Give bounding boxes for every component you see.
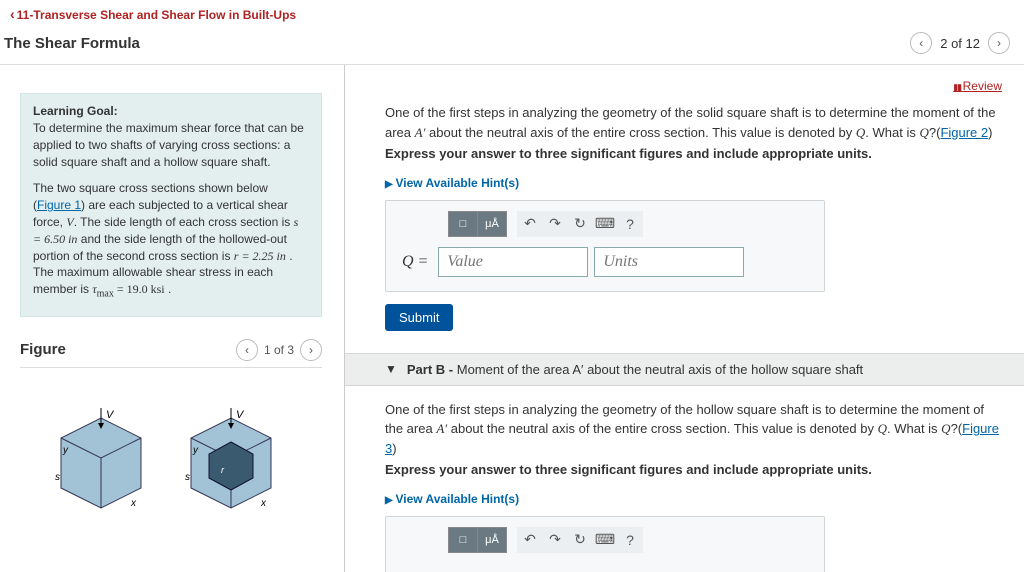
- reset-button[interactable]: ↻: [567, 211, 593, 237]
- review-link[interactable]: Review: [953, 79, 1002, 93]
- svg-text:V: V: [236, 409, 245, 421]
- pa-q-label: Q =: [398, 247, 432, 277]
- pa-toolbar: □ μÅ ↶ ↷ ↻ ⌨ ?: [448, 211, 812, 237]
- tool-template-button-b[interactable]: □: [448, 527, 478, 553]
- pa-text-c: . What is: [865, 125, 919, 140]
- goal-p2c: . The side length of each cross section …: [74, 215, 294, 229]
- eq-tau-sub: max: [97, 289, 114, 300]
- prev-page-button[interactable]: ‹: [910, 32, 932, 54]
- figure-next-button[interactable]: ›: [300, 339, 322, 361]
- svg-text:y: y: [192, 445, 199, 456]
- redo-button-b[interactable]: ↷: [542, 527, 568, 553]
- pb-text-e: ): [392, 441, 396, 456]
- pa-text-d: ?(: [929, 125, 941, 140]
- pb-Q2: Q: [941, 421, 950, 436]
- pb-express: Express your answer to three significant…: [385, 460, 1002, 480]
- learning-goal-box: Learning Goal: To determine the maximum …: [20, 93, 322, 317]
- pa-express: Express your answer to three significant…: [385, 144, 1002, 164]
- help-button-b[interactable]: ?: [617, 527, 643, 553]
- undo-button-b[interactable]: ↶: [517, 527, 543, 553]
- var-V: V: [66, 215, 73, 229]
- pa-submit-button[interactable]: Submit: [385, 304, 453, 331]
- figure-pager: 1 of 3: [264, 343, 294, 357]
- svg-text:V: V: [106, 409, 115, 421]
- pa-Q2: Q: [919, 125, 928, 140]
- pa-value-input[interactable]: [438, 247, 588, 277]
- redo-button[interactable]: ↷: [542, 211, 568, 237]
- tool-symbols-button[interactable]: μÅ: [477, 211, 507, 237]
- pb-Q: Q: [878, 421, 887, 436]
- keyboard-button[interactable]: ⌨: [592, 211, 618, 237]
- eq-tau-val: = 19.0 ksi: [114, 282, 165, 296]
- svg-text:x: x: [260, 498, 267, 509]
- pa-text-b: about the neutral axis of the entire cro…: [425, 125, 855, 140]
- tool-symbols-button-b[interactable]: μÅ: [477, 527, 507, 553]
- reset-button-b[interactable]: ↻: [567, 527, 593, 553]
- undo-button[interactable]: ↶: [517, 211, 543, 237]
- pb-Aprime: A′: [436, 421, 447, 436]
- pa-Aprime: A′: [415, 125, 426, 140]
- page-indicator: 2 of 12: [940, 36, 980, 51]
- goal-p2f: .: [165, 282, 172, 296]
- caret-down-icon: ▼: [385, 362, 397, 376]
- page-title: The Shear Formula: [4, 35, 140, 52]
- svg-text:s: s: [55, 472, 60, 483]
- pb-toolbar: □ μÅ ↶ ↷ ↻ ⌨ ?: [448, 527, 812, 553]
- help-button[interactable]: ?: [617, 211, 643, 237]
- pa-hints-toggle[interactable]: View Available Hint(s): [385, 176, 1002, 190]
- pb-text-d: ?(: [951, 421, 963, 436]
- pb-text-b: about the neutral axis of the entire cro…: [447, 421, 877, 436]
- pb-hints-toggle[interactable]: View Available Hint(s): [385, 492, 1002, 506]
- pa-text-e: ): [988, 125, 992, 140]
- next-page-button[interactable]: ›: [988, 32, 1010, 54]
- pb-header-text: Moment of the area A′ about the neutral …: [457, 362, 863, 377]
- figure-1-link[interactable]: Figure 1: [37, 198, 81, 212]
- pa-units-input[interactable]: [594, 247, 744, 277]
- eq-r: r = 2.25 in: [234, 249, 286, 263]
- svg-text:s: s: [185, 472, 190, 483]
- keyboard-button-b[interactable]: ⌨: [592, 527, 618, 553]
- figure-2-link[interactable]: Figure 2: [940, 125, 988, 140]
- goal-p1: To determine the maximum shear force tha…: [33, 121, 304, 169]
- tool-template-button[interactable]: □: [448, 211, 478, 237]
- learning-goal-heading: Learning Goal:: [33, 104, 309, 118]
- figure-prev-button[interactable]: ‹: [236, 339, 258, 361]
- pa-Q: Q: [856, 125, 865, 140]
- part-b-header[interactable]: ▼ Part B - Moment of the area A′ about t…: [345, 353, 1024, 386]
- pb-text-c: . What is: [887, 421, 941, 436]
- breadcrumb-back[interactable]: 11-Transverse Shear and Shear Flow in Bu…: [10, 8, 296, 22]
- svg-text:y: y: [62, 445, 69, 456]
- pb-header-pre: Part B -: [407, 362, 457, 377]
- figure-heading: Figure: [20, 341, 66, 358]
- figure-diagram: V y x s V y x s r: [20, 398, 322, 521]
- svg-text:x: x: [130, 498, 137, 509]
